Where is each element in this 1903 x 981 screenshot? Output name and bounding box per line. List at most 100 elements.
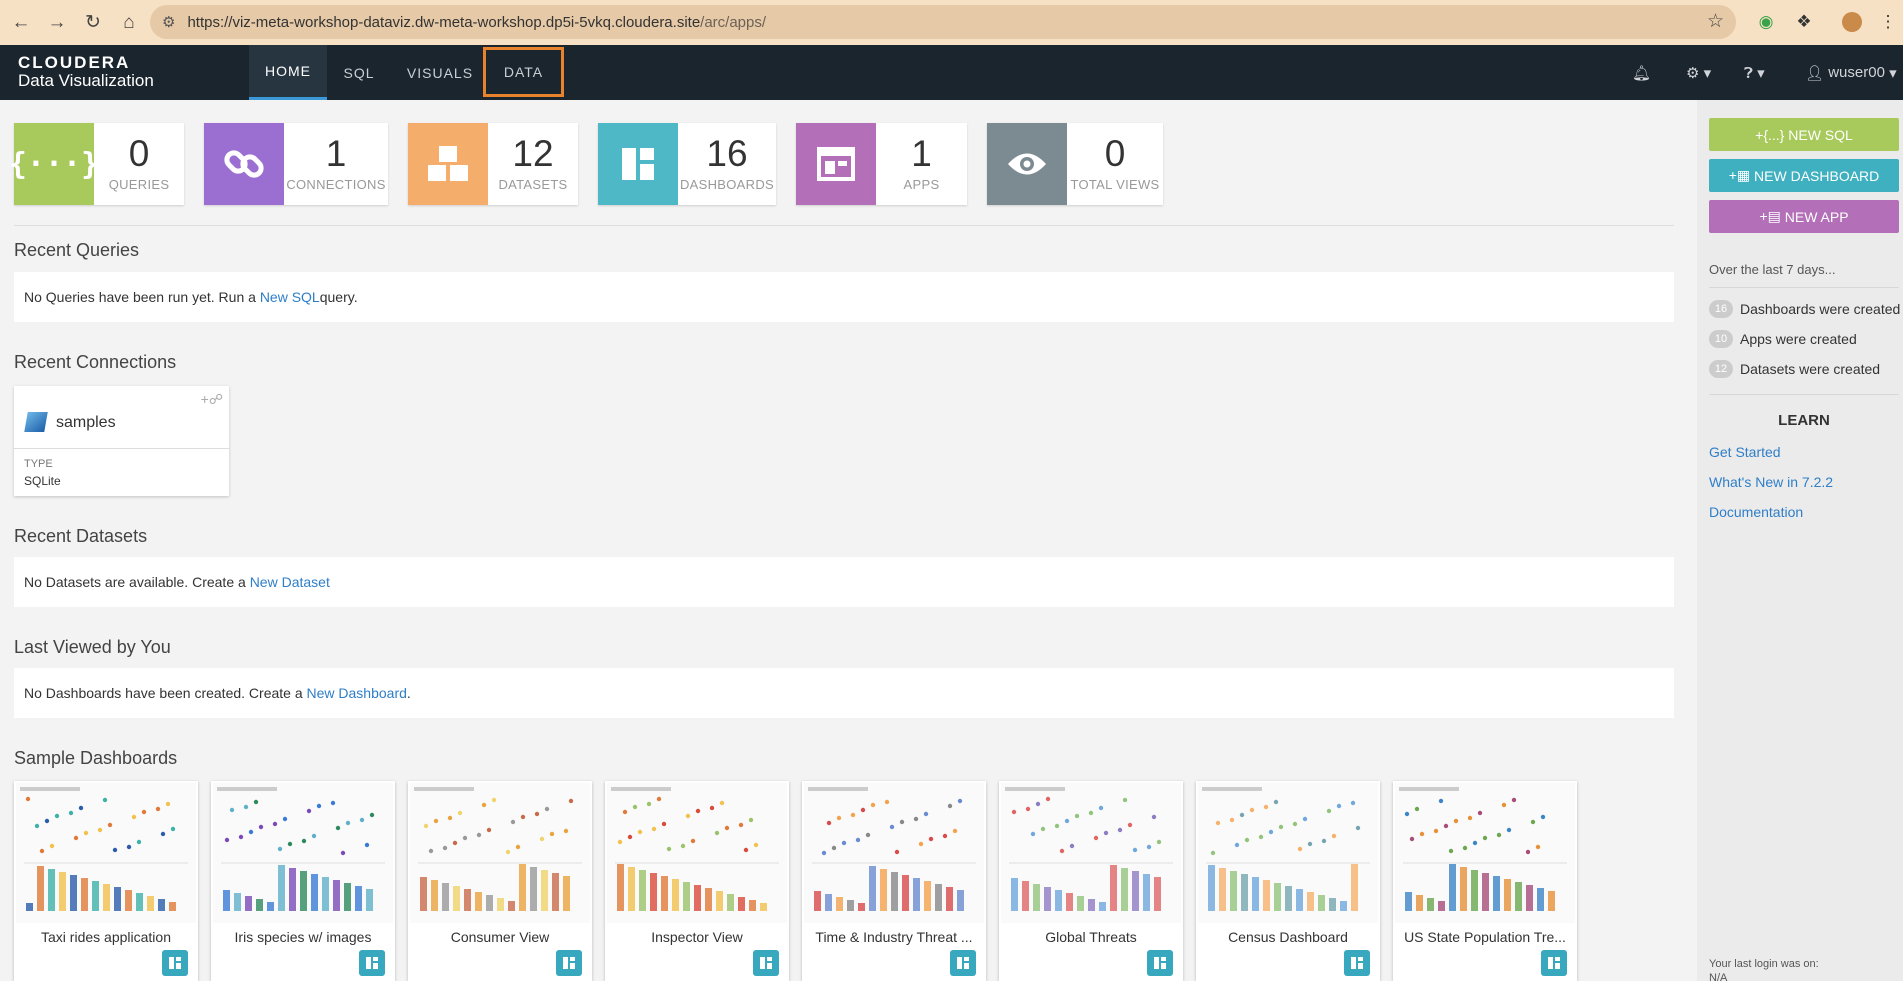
- count-badge: 12: [1709, 360, 1733, 378]
- forward-icon[interactable]: →: [42, 8, 72, 38]
- activity-text: Datasets were created: [1740, 361, 1881, 377]
- site-info-icon[interactable]: ⚙: [162, 13, 175, 31]
- right-sidebar: +{...} NEW SQL +▦ NEW DASHBOARD +▤ NEW A…: [1697, 100, 1903, 981]
- dashboard-badge-icon[interactable]: [359, 950, 385, 976]
- connection-card-samples[interactable]: +☍ samples TYPE SQLite: [14, 386, 229, 496]
- last-login-label: Your last login was on:: [1709, 958, 1819, 970]
- browser-menu-icon[interactable]: ⋮: [1874, 8, 1902, 36]
- whats-new-link[interactable]: What's New in 7.2.2: [1709, 474, 1833, 490]
- stat-value: 0: [1104, 133, 1126, 174]
- dashboard-thumbnail: [410, 783, 590, 923]
- stat-label: APPS: [903, 177, 940, 192]
- browser-toolbar: ← → ↻ ⌂ ⚙ https://viz-meta-workshop-data…: [0, 0, 1903, 45]
- new-connection-icon[interactable]: +☍: [201, 391, 223, 408]
- over-last-7-days: Over the last 7 days...: [1709, 262, 1836, 277]
- profile-avatar-icon[interactable]: [1838, 8, 1866, 36]
- section-title-recent-queries: Recent Queries: [14, 240, 140, 260]
- activity-text: Dashboards were created: [1740, 301, 1901, 317]
- new-dashboard-link[interactable]: New Dashboard: [307, 685, 407, 701]
- new-dashboard-button[interactable]: +▦ NEW DASHBOARD: [1709, 159, 1899, 192]
- documentation-link[interactable]: Documentation: [1709, 504, 1803, 520]
- dashboard-badge-icon[interactable]: [753, 950, 779, 976]
- sample-dashboard-name: Taxi rides application: [41, 929, 171, 945]
- reload-icon[interactable]: ↻: [78, 8, 108, 38]
- queries-braces-icon: {···}: [9, 123, 99, 205]
- sample-dashboard-name: Inspector View: [651, 929, 743, 945]
- sample-dashboard-card[interactable]: Census Dashboard: [1196, 781, 1380, 981]
- sample-dashboard-card[interactable]: Taxi rides application: [14, 781, 198, 981]
- tab-home[interactable]: HOME: [249, 45, 327, 100]
- get-started-link[interactable]: Get Started: [1709, 444, 1781, 460]
- connection-name: samples: [56, 414, 116, 431]
- url-path: /arc/apps/: [700, 13, 767, 31]
- recent-queries-message: No Queries have been run yet. Run a New …: [14, 272, 1674, 322]
- link-icon: [204, 123, 284, 205]
- message-text: .: [406, 685, 411, 701]
- stat-value: 1: [911, 133, 932, 174]
- activity-text: Apps were created: [1740, 331, 1857, 347]
- new-dataset-link[interactable]: New Dataset: [250, 574, 330, 590]
- dashboard-thumbnail: [607, 783, 787, 923]
- notifications-bell-icon[interactable]: 🔔︎: [1632, 45, 1651, 100]
- bookmark-star-icon[interactable]: ☆: [1707, 10, 1724, 33]
- dashboard-thumbnail: [1395, 783, 1575, 923]
- dashboard-badge-icon[interactable]: [950, 950, 976, 976]
- dashboard-badge-icon[interactable]: [162, 950, 188, 976]
- new-sql-button[interactable]: +{...} NEW SQL: [1709, 118, 1899, 151]
- stat-total-views[interactable]: 0 TOTAL VIEWS: [987, 123, 1163, 205]
- dashboard-thumbnail: [16, 783, 196, 923]
- tab-visuals[interactable]: VISUALS: [400, 45, 480, 100]
- logo-data-visualization[interactable]: Data Visualization: [18, 71, 154, 91]
- user-name: wuser00: [1828, 64, 1885, 81]
- stat-value: 0: [128, 133, 150, 174]
- extension-eye-icon[interactable]: ◉: [1752, 8, 1780, 36]
- help-icon[interactable]: ❓︎ ▾: [1744, 45, 1765, 100]
- button-label: NEW APP: [1784, 208, 1849, 225]
- sample-dashboard-name: Time & Industry Threat ...: [815, 929, 973, 945]
- card-divider: [14, 448, 229, 449]
- sample-dashboard-card[interactable]: Time & Industry Threat ...: [802, 781, 986, 981]
- dashboard-plus-icon: +▦: [1728, 167, 1755, 183]
- app-plus-icon: +▤: [1759, 208, 1785, 224]
- dashboard-badge-icon[interactable]: [556, 950, 582, 976]
- sample-dashboard-card[interactable]: Consumer View: [408, 781, 592, 981]
- logo-cloudera[interactable]: CLOUDERA: [18, 53, 130, 73]
- stat-apps[interactable]: 1 APPS: [796, 123, 967, 205]
- user-menu[interactable]: 👤︎ wuser00 ▾: [1805, 45, 1897, 100]
- tab-data[interactable]: DATA: [483, 47, 564, 97]
- new-sql-link[interactable]: New SQL: [260, 289, 320, 305]
- sample-dashboard-name: Global Threats: [1045, 929, 1137, 945]
- sample-dashboard-card[interactable]: Iris species w/ images: [211, 781, 395, 981]
- dashboard-badge-icon[interactable]: [1344, 950, 1370, 976]
- connection-type-value: SQLite: [24, 474, 61, 488]
- activity-datasets: 12 Datasets were created: [1709, 360, 1880, 378]
- dashboard-icon: [598, 123, 678, 205]
- stat-connections[interactable]: 1 CONNECTIONS: [204, 123, 388, 205]
- dashboard-thumbnail: [804, 783, 984, 923]
- divider: [1709, 287, 1899, 288]
- count-badge: 10: [1709, 330, 1733, 348]
- dashboard-badge-icon[interactable]: [1147, 950, 1173, 976]
- sample-dashboard-name: US State Population Tre...: [1404, 929, 1566, 945]
- stat-label: QUERIES: [108, 177, 170, 192]
- new-app-button[interactable]: +▤ NEW APP: [1709, 200, 1899, 233]
- sample-dashboard-card[interactable]: US State Population Tre...: [1393, 781, 1577, 981]
- stat-label: DASHBOARDS: [679, 177, 775, 192]
- address-bar[interactable]: ⚙ https://viz-meta-workshop-dataviz.dw-m…: [150, 5, 1736, 39]
- settings-gear-icon[interactable]: ⚙ ▾: [1686, 45, 1711, 100]
- sample-dashboard-card[interactable]: Inspector View: [605, 781, 789, 981]
- tab-sql[interactable]: SQL: [336, 45, 382, 100]
- connection-type-label: TYPE: [24, 458, 53, 470]
- count-badge: 16: [1709, 300, 1733, 318]
- stat-queries[interactable]: {···} 0 QUERIES: [9, 123, 184, 205]
- dashboard-badge-icon[interactable]: [1541, 950, 1567, 976]
- extensions-puzzle-icon[interactable]: ❖: [1790, 8, 1818, 36]
- eye-icon: [987, 123, 1067, 205]
- home-icon[interactable]: ⌂: [114, 8, 144, 38]
- sample-dashboard-card[interactable]: Global Threats: [999, 781, 1183, 981]
- stat-datasets[interactable]: 12 DATASETS: [408, 123, 578, 205]
- stat-dashboards[interactable]: 16 DASHBOARDS: [598, 123, 776, 205]
- back-icon[interactable]: ←: [6, 8, 36, 38]
- stat-value: 12: [512, 133, 554, 174]
- url-main: https://viz-meta-workshop-dataviz.dw-met…: [187, 13, 701, 31]
